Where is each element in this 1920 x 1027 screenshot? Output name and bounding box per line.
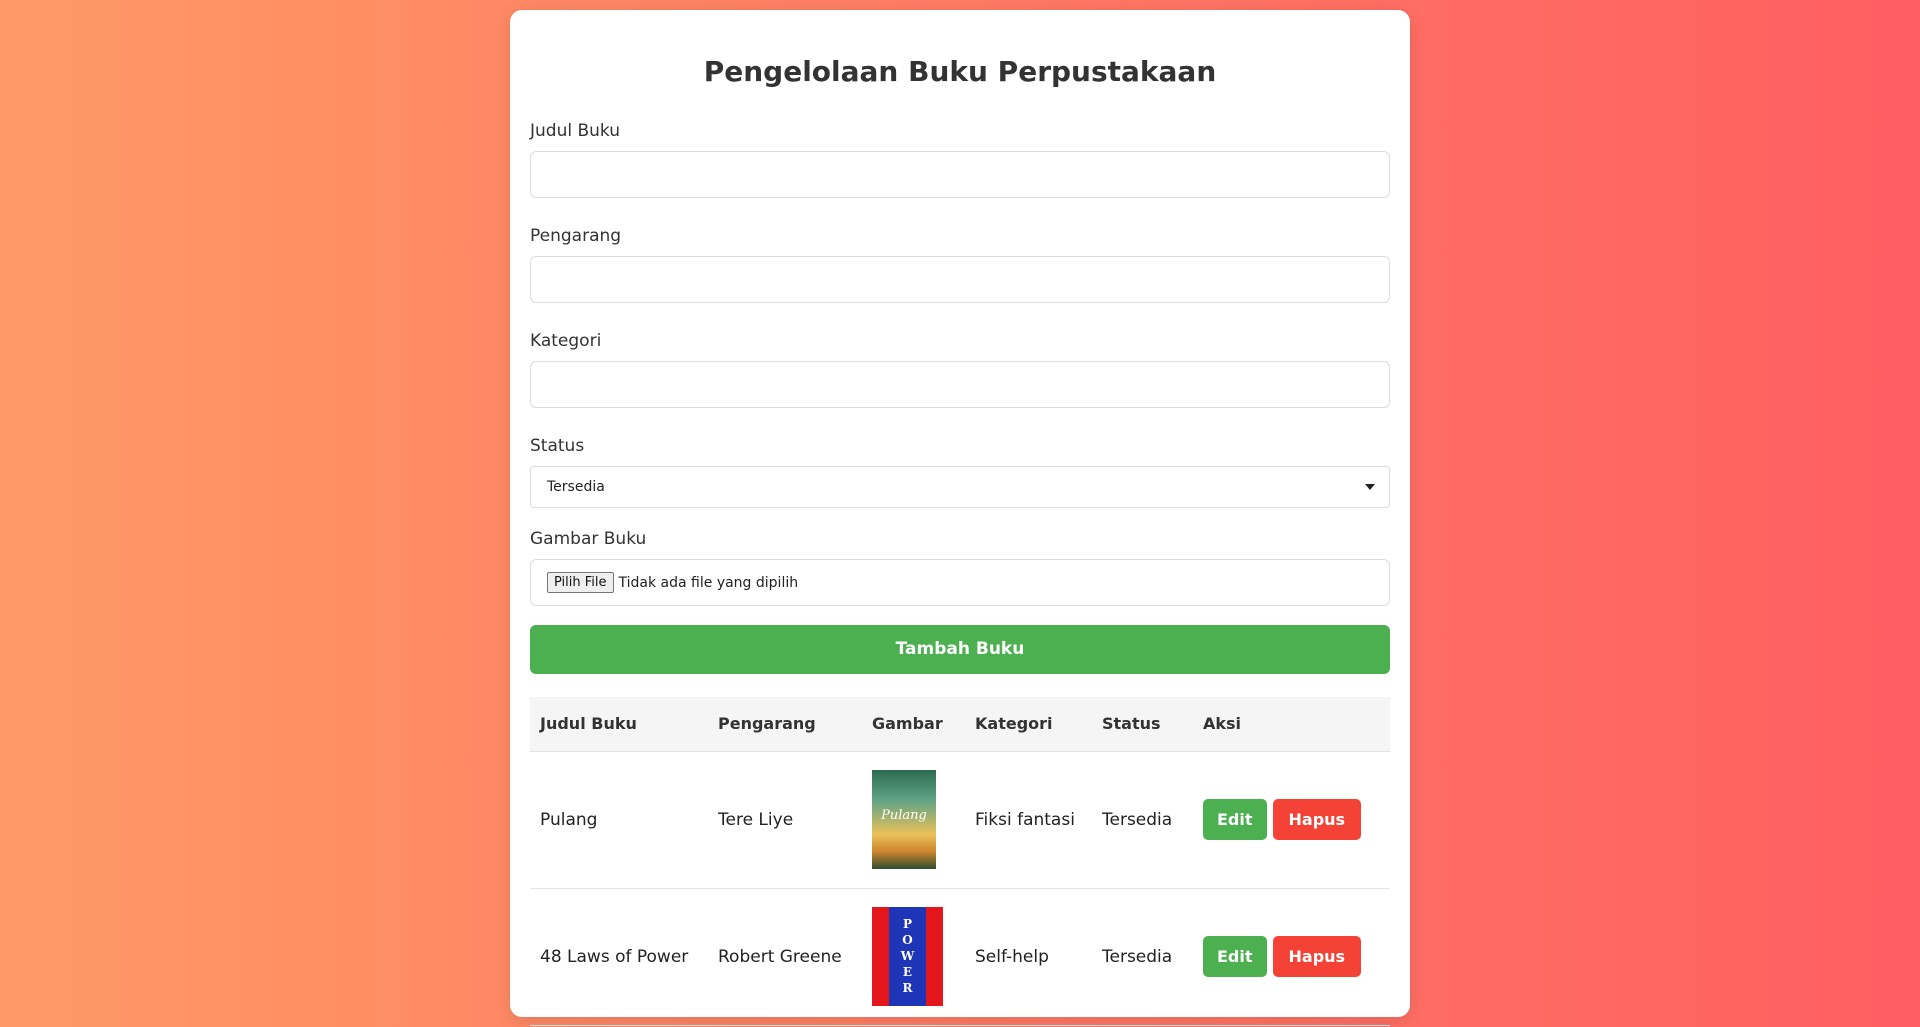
add-book-button[interactable]: Tambah Buku (530, 625, 1390, 674)
header-pengarang: Pengarang (708, 697, 862, 752)
cell-gambar: POWER (862, 888, 965, 1026)
cell-judul: 48 Laws of Power (530, 888, 708, 1026)
kategori-label: Kategori (530, 331, 602, 351)
kategori-input[interactable] (530, 361, 1390, 408)
cover-title: Pulang (881, 808, 927, 823)
cell-kategori: Self-help (965, 888, 1092, 1026)
status-selected-value: Tersedia (547, 479, 605, 495)
gambar-file-input[interactable]: Pilih File Tidak ada file yang dipilih (530, 559, 1390, 606)
delete-button[interactable]: Hapus (1272, 799, 1362, 840)
status-label: Status (530, 436, 585, 456)
edit-button[interactable]: Edit (1203, 936, 1267, 977)
pengarang-group: Pengarang (530, 225, 1390, 303)
cell-status: Tersedia (1092, 888, 1193, 1026)
pengarang-input[interactable] (530, 256, 1390, 303)
cell-gambar: Pulang (862, 751, 965, 889)
table-header-row: Judul Buku Pengarang Gambar Kategori Sta… (530, 697, 1390, 752)
gambar-label: Gambar Buku (530, 529, 647, 549)
book-cover-image: POWER (872, 907, 943, 1006)
header-kategori: Kategori (965, 697, 1092, 752)
judul-group: Judul Buku (530, 120, 1390, 198)
edit-button[interactable]: Edit (1203, 799, 1267, 840)
cell-pengarang: Robert Greene (708, 888, 862, 1026)
status-select[interactable]: Tersedia (530, 466, 1390, 508)
cell-aksi: Edit Hapus (1193, 751, 1390, 889)
file-status-text: Tidak ada file yang dipilih (618, 574, 799, 591)
judul-input[interactable] (530, 151, 1390, 198)
books-table: Judul Buku Pengarang Gambar Kategori Sta… (530, 697, 1390, 1026)
status-group: Status Tersedia (530, 435, 1390, 508)
cover-title: POWER (889, 907, 926, 1006)
cell-aksi: Edit Hapus (1193, 888, 1390, 1026)
header-judul: Judul Buku (530, 697, 708, 752)
pengarang-label: Pengarang (530, 226, 622, 246)
caret-down-icon (1365, 484, 1375, 490)
cell-kategori: Fiksi fantasi (965, 751, 1092, 889)
cell-status: Tersedia (1092, 751, 1193, 889)
header-status: Status (1092, 697, 1193, 752)
gambar-group: Gambar Buku Pilih File Tidak ada file ya… (530, 528, 1390, 606)
table-row: 48 Laws of Power Robert Greene POWER Sel… (530, 888, 1390, 1026)
page-title: Pengelolaan Buku Perpustakaan (703, 55, 1217, 88)
cell-pengarang: Tere Liye (708, 751, 862, 889)
cell-judul: Pulang (530, 751, 708, 889)
table-row: Pulang Tere Liye Pulang Fiksi fantasi Te… (530, 751, 1390, 889)
kategori-group: Kategori (530, 330, 1390, 408)
delete-button[interactable]: Hapus (1272, 936, 1362, 977)
header-aksi: Aksi (1193, 697, 1390, 752)
judul-label: Judul Buku (530, 121, 621, 141)
book-management-card: Pengelolaan Buku Perpustakaan Judul Buku… (510, 10, 1410, 1026)
choose-file-button[interactable]: Pilih File (547, 572, 614, 593)
header-gambar: Gambar (862, 697, 965, 752)
book-cover-image: Pulang (872, 770, 936, 869)
